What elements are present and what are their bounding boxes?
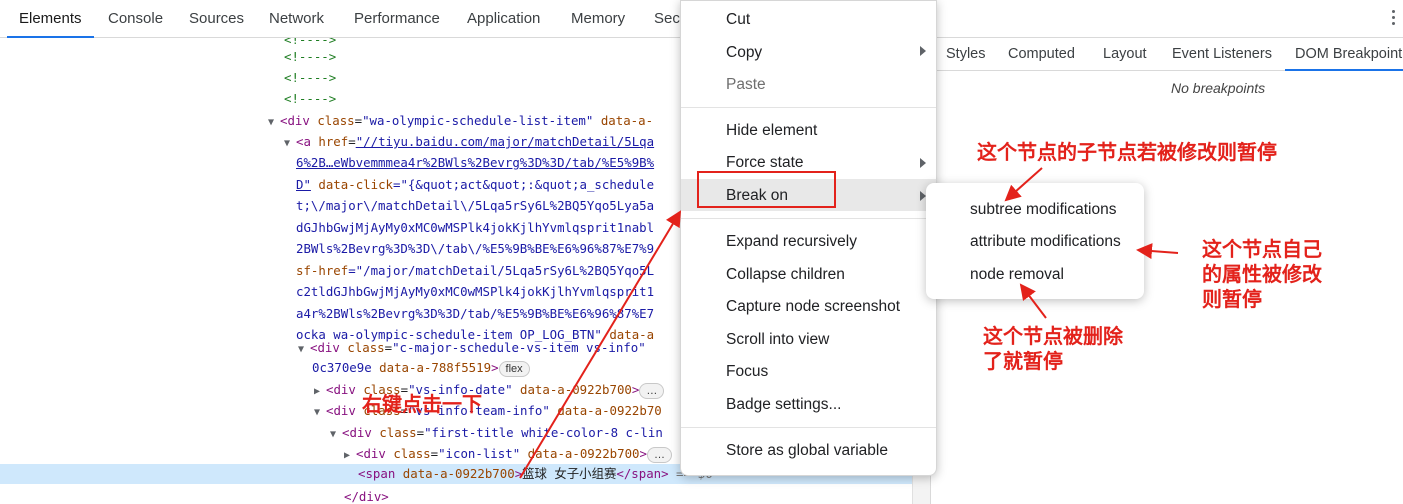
annotation-right-click: 右键点击一下 (362, 392, 482, 416)
attr-value-cont: a4r%2BWls%2Bevrg%3D%3D/tab/%E5%9B%BE%E6%… (296, 306, 655, 321)
collapsed-triangle-icon[interactable]: ▶ (344, 446, 356, 466)
dom-comment[interactable]: <!----> (284, 91, 336, 106)
selected-dom-node[interactable]: <span data-a-0922b700>篮球 女子小组赛</span> ==… (358, 464, 713, 484)
href-link[interactable]: "//tiyu.baidu.com/major/matchDetail/5Lqa (356, 134, 654, 149)
expand-triangle-icon[interactable]: ▼ (314, 403, 326, 423)
menu-item-capture-node-screenshot[interactable]: Capture node screenshot (726, 298, 900, 316)
attr-value-cont: 2BWls%2Bevrg%3D%3D\/tab\/%E5%9B%BE%E6%96… (296, 241, 655, 256)
tab-event-listeners[interactable]: Event Listeners (1172, 38, 1272, 70)
closing-tag: </div> (344, 489, 389, 504)
tab-performance[interactable]: Performance (354, 0, 440, 37)
expand-triangle-icon[interactable]: ▼ (268, 113, 280, 133)
tab-memory[interactable]: Memory (571, 0, 625, 37)
submenu-item-subtree-modifications[interactable]: subtree modifications (970, 201, 1116, 219)
dom-node-line[interactable]: ▼ <a href="//tiyu.baidu.com/major/matchDe… (284, 132, 654, 152)
dom-comment[interactable]: <!----> (284, 38, 336, 47)
submenu-arrow-icon (920, 158, 926, 168)
annotation-removal: 这个节点被删除 了就暂停 (983, 324, 1123, 373)
sidebar-tabbar: Styles Computed Layout Event Listeners D… (931, 38, 1403, 71)
dom-attr-line: sf-href="/major/matchDetail/5Lqa5rSy6L%2… (296, 263, 655, 278)
dom-attr-line: 0c370e9e data-a-788f5519> flex (312, 358, 530, 378)
tab-console[interactable]: Console (108, 0, 163, 37)
submenu-item-node-removal[interactable]: node removal (970, 266, 1064, 284)
menu-item-force-state[interactable]: Force state (726, 154, 804, 172)
expand-triangle-icon[interactable]: ▼ (330, 425, 342, 445)
no-breakpoints-message: No breakpoints (1171, 80, 1266, 96)
menu-item-paste[interactable]: Paste (726, 76, 766, 94)
menu-item-copy[interactable]: Copy (726, 44, 762, 62)
menu-separator (681, 427, 936, 428)
tab-sources[interactable]: Sources (189, 0, 244, 37)
dom-node-line[interactable]: ▶ <div class="icon-list" data-a-0922b700>… (344, 444, 672, 464)
tab-styles[interactable]: Styles (946, 38, 986, 70)
dom-comment[interactable]: <!----> (284, 49, 336, 64)
tab-network[interactable]: Network (269, 0, 324, 37)
submenu-item-attribute-modifications[interactable]: attribute modifications (970, 233, 1121, 251)
expand-triangle-icon[interactable]: ▼ (298, 340, 310, 360)
expand-triangle-icon[interactable]: ▼ (284, 134, 296, 154)
dom-node-line[interactable]: ▼ <div class="wa-olympic-schedule-list-it… (268, 111, 653, 131)
menu-separator (681, 107, 936, 108)
menu-item-collapse-children[interactable]: Collapse children (726, 266, 845, 284)
menu-item-hide-element[interactable]: Hide element (726, 122, 817, 140)
menu-item-expand-recursively[interactable]: Expand recursively (726, 233, 857, 251)
context-menu: Cut Copy Paste Hide element Force state … (680, 0, 937, 476)
tab-computed[interactable]: Computed (1008, 38, 1075, 70)
tab-layout[interactable]: Layout (1103, 38, 1147, 70)
ellipsis-badge[interactable]: … (647, 447, 672, 463)
menu-separator (681, 218, 936, 219)
menu-item-cut[interactable]: Cut (726, 11, 750, 29)
dom-node-line[interactable]: ▼ <div class="c-major-schedule-vs-item vs… (298, 338, 646, 358)
flex-badge[interactable]: flex (498, 361, 530, 377)
href-link-cont[interactable]: 6%2B…eWbvemmmea4r%2BWls%2Bevrg%3D%3D/tab… (296, 155, 654, 170)
annotation-attribute: 这个节点自己 的属性被修改 则暂停 (1202, 237, 1322, 311)
annotation-subtree: 这个节点的子节点若被修改则暂停 (977, 140, 1277, 164)
ellipsis-badge[interactable]: … (639, 383, 665, 399)
tab-application[interactable]: Application (467, 0, 540, 37)
dom-attr-line: D" data-click="{&quot;act&quot;:&quot;a_… (296, 177, 655, 192)
menu-item-store-as-global-variable[interactable]: Store as global variable (726, 442, 888, 460)
more-options-icon[interactable] (1392, 10, 1395, 26)
dom-comment[interactable]: <!----> (284, 70, 336, 85)
break-on-submenu: subtree modifications attribute modifica… (926, 183, 1144, 299)
tab-dom-breakpoints[interactable]: DOM Breakpoint (1284, 38, 1403, 71)
attr-value-cont: t;\/major\/matchDetail\/5Lqa5rSy6L%2BQ5Y… (296, 198, 655, 213)
collapsed-triangle-icon[interactable]: ▶ (314, 382, 326, 402)
menu-item-badge-settings[interactable]: Badge settings... (726, 396, 841, 414)
attr-value-cont: c2tldGJhbGwjMjAyMy0xMC0wMSPlk4jokKjlhYvm… (296, 284, 655, 299)
tab-elements[interactable]: Elements (7, 0, 93, 38)
attr-value-cont: dGJhbGwjMjAyMy0xMC0wMSPlk4jokKjlhYvmlqsp… (296, 220, 655, 235)
submenu-arrow-icon (920, 46, 926, 56)
menu-item-focus[interactable]: Focus (726, 363, 768, 381)
break-on-highlight-box (697, 171, 836, 208)
menu-item-scroll-into-view[interactable]: Scroll into view (726, 331, 829, 349)
dom-node-line[interactable]: ▼ <div class="first-title white-color-8 c… (330, 423, 663, 443)
